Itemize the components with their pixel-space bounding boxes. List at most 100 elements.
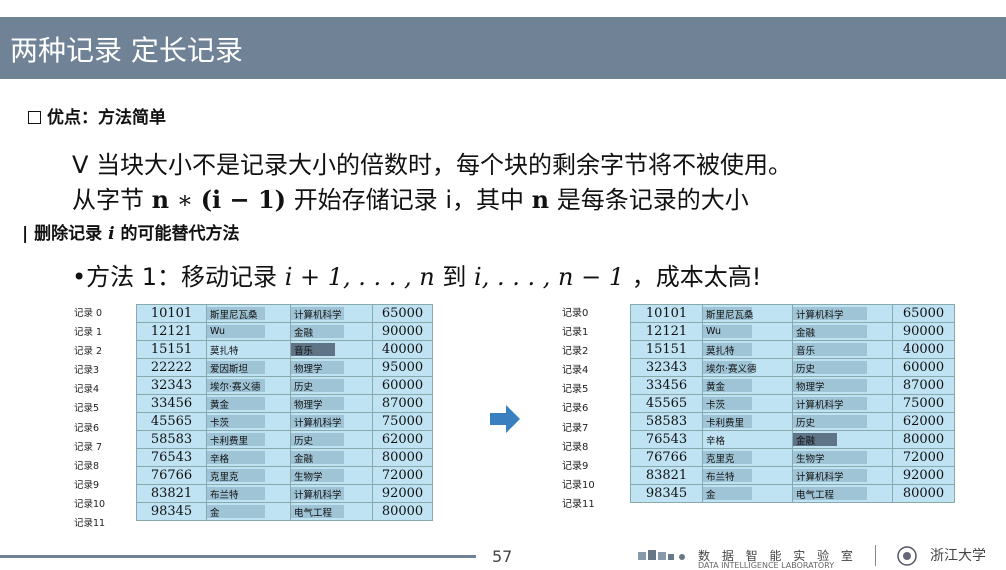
record-label: 记录6	[74, 422, 100, 434]
record-dept-cell: 历史	[792, 412, 893, 431]
table-row: 76543 辛格 金融 80000	[630, 430, 955, 449]
record-dept-cell: 金融	[290, 322, 373, 341]
record-label: 记录5	[562, 384, 589, 396]
table-row: 83821 布兰特 计算机科学 92000	[630, 466, 955, 485]
record-salary-cell: 62000	[892, 412, 955, 431]
advantage-text: 优点：方法简单	[47, 108, 166, 128]
table-row: 76543 辛格 金融 80000	[136, 448, 433, 467]
table-row: 98345 金电气工程 80000	[630, 484, 955, 503]
table-row: 32343 埃尔·赛义德 历史 60000	[136, 376, 433, 395]
record-id-cell: 22222	[136, 358, 207, 377]
table-row: 76766 克里克 生物学 72000	[630, 448, 955, 467]
math-n: n	[151, 185, 170, 214]
record-label: 记录8	[562, 441, 589, 453]
slide-title: 两种记录 定长记录	[10, 34, 243, 67]
record-dept-cell: 历史	[290, 376, 373, 395]
record-name-cell: 克里克	[702, 448, 793, 467]
record-name-cell: 卡利费里	[206, 430, 291, 449]
record-name-cell: 布兰特	[206, 484, 291, 503]
line-storage-offset: 从字节 n ∗ (i − 1) 开始存储记录 i，其中 n 是每条记录的大小	[72, 180, 749, 215]
record-label: 记录 2	[74, 346, 103, 358]
record-salary-cell: 60000	[892, 358, 955, 377]
record-salary-cell: 65000	[892, 304, 955, 323]
record-name-cell: 莫扎特	[206, 340, 291, 359]
right-record-labels: 记录0 记录1 记录2 记录4 记录5 记录6 记录7 记录8 记录9 记录10 记录11	[562, 304, 595, 514]
record-id-cell: 15151	[136, 340, 207, 359]
method-suffix: ，成本太高!	[631, 263, 762, 291]
record-name-cell: 辛格	[702, 430, 793, 449]
record-name-cell: 克里克	[206, 466, 291, 485]
record-salary-cell: 72000	[892, 448, 955, 467]
table-row: 32343 埃尔·赛义德 历史 60000	[630, 358, 955, 377]
record-name-cell: 黄金	[206, 394, 291, 413]
record-dept-cell: 物理学	[792, 376, 893, 395]
record-label: 记录 7	[74, 441, 103, 453]
record-dept-cell: 计算机科学	[290, 304, 373, 323]
record-label: 记录9	[562, 460, 589, 472]
delete-heading: | 删除记录 i 的可能替代方法	[22, 219, 239, 244]
record-label: 记录5	[74, 403, 100, 415]
delete-i: i	[108, 224, 115, 244]
record-dept-cell: 历史	[290, 430, 373, 449]
record-id-cell: 76543	[630, 430, 703, 449]
bar-bullet: |	[22, 224, 29, 244]
record-dept-cell: 电气工程	[792, 484, 893, 503]
record-dept-cell: 计算机科学	[290, 412, 373, 431]
line2-prefix: 从字节	[72, 186, 144, 214]
right-arrow-icon	[490, 405, 520, 433]
page-number: 57	[492, 547, 513, 566]
table-row: 58583 卡利费里 历史 62000	[630, 412, 955, 431]
record-salary-cell: 75000	[892, 394, 955, 413]
record-id-cell: 83821	[136, 484, 207, 503]
title-bar: 两种记录 定长记录	[0, 17, 1006, 79]
record-label: 记录4	[74, 384, 100, 396]
table-row: 12121 Wu 金融 90000	[136, 322, 433, 341]
footer-separator	[875, 545, 876, 566]
delete-prefix: 删除记录	[34, 224, 103, 244]
line1-text: 当块大小不是记录大小的倍数时，每个块的剩余字节将不被使用。	[96, 151, 793, 179]
record-label: 记录2	[562, 346, 589, 358]
record-id-cell: 76543	[136, 448, 207, 467]
record-salary-cell: 80000	[372, 448, 433, 467]
record-id-cell: 76766	[630, 448, 703, 467]
lab-logo-icon	[638, 550, 685, 560]
record-salary-cell: 87000	[892, 376, 955, 395]
record-dept-cell: 历史	[792, 358, 893, 377]
record-name-cell: 埃尔·赛义德	[702, 358, 793, 377]
record-dept-cell: 音乐	[792, 340, 893, 359]
v-bullet: V	[72, 151, 89, 179]
advantage-heading: 优点：方法简单	[28, 103, 166, 128]
left-record-table: 10101 斯里尼瓦桑 计算机科学 65000 12121 Wu 金融 90000 15151 莫…	[136, 304, 433, 521]
record-id-cell: 32343	[630, 358, 703, 377]
record-id-cell: 58583	[136, 430, 207, 449]
record-salary-cell: 62000	[372, 430, 433, 449]
record-dept-cell: 金融	[792, 430, 893, 449]
record-salary-cell: 72000	[372, 466, 433, 485]
record-salary-cell: 60000	[372, 376, 433, 395]
record-label: 记录 0	[74, 308, 103, 319]
record-name-cell: 卡茨	[702, 394, 793, 413]
table-row: 10101 斯里尼瓦桑 计算机科学 65000	[136, 304, 433, 323]
university-name: 浙江大学	[930, 548, 986, 564]
record-salary-cell: 90000	[892, 322, 955, 341]
record-dept-cell: 计算机科学	[792, 466, 893, 485]
table-row: 58583 卡利费里 历史 62000	[136, 430, 433, 449]
table-row: 45565 卡茨 计算机科学 75000	[630, 394, 955, 413]
record-label: 记录6	[562, 403, 589, 415]
record-name-cell: Wu	[206, 322, 291, 341]
record-dept-cell: 计算机科学	[792, 394, 893, 413]
record-label: 记录9	[74, 479, 100, 491]
left-record-labels: 记录 0 记录 1 记录 2 记录3 记录4 记录5 记录6 记录 7 记录8 记录9 记录10 记录…	[74, 304, 105, 533]
record-name-cell: 金	[702, 484, 793, 503]
record-id-cell: 45565	[630, 394, 703, 413]
record-label: 记录1	[562, 327, 589, 339]
record-label: 记录0	[562, 308, 589, 319]
record-dept-cell: 物理学	[290, 358, 373, 377]
university-seal-icon	[897, 546, 917, 566]
table-row: 15151 莫扎特 音乐 40000	[136, 340, 433, 359]
record-id-cell: 98345	[136, 502, 207, 521]
math-n2: n	[531, 185, 550, 214]
record-id-cell: 10101	[630, 304, 703, 323]
record-label: 记录7	[562, 422, 589, 434]
record-salary-cell: 80000	[892, 430, 955, 449]
